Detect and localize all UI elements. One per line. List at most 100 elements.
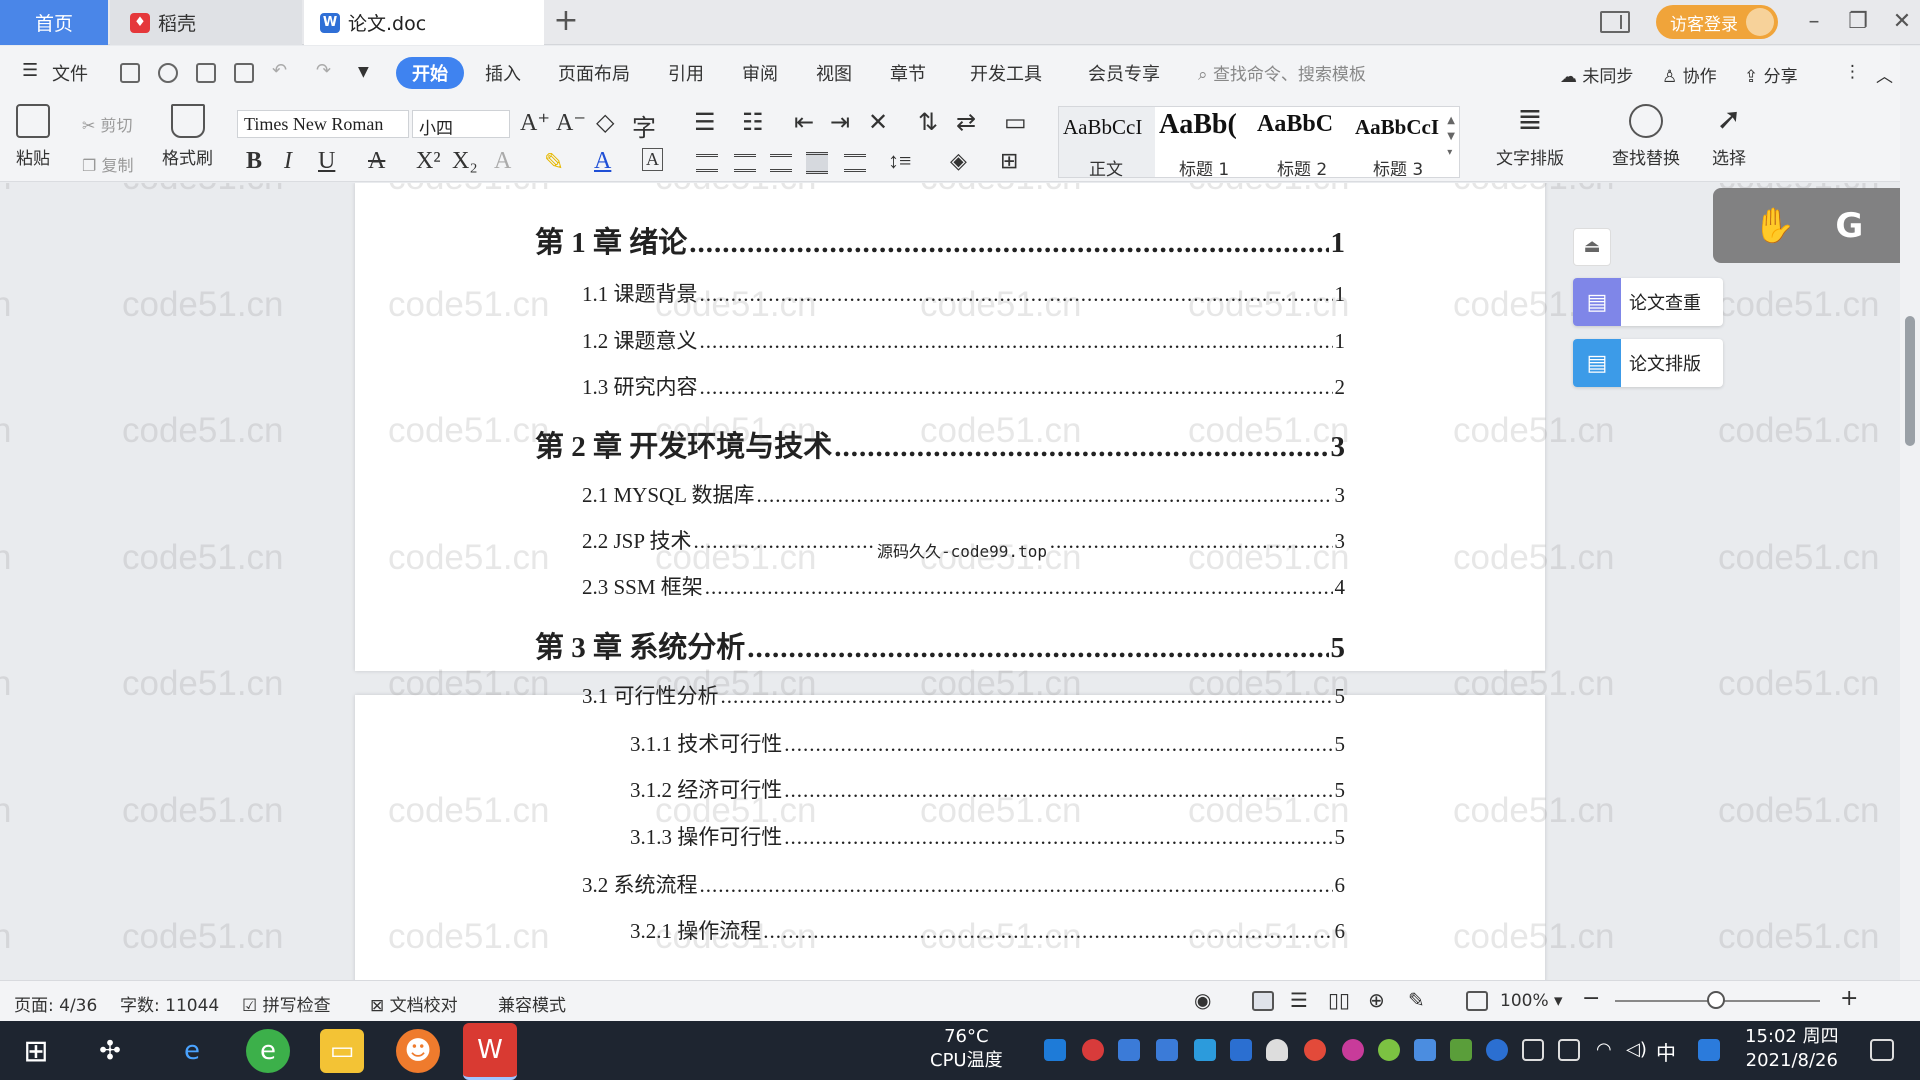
collapse-panel-icon[interactable]: ⏏ xyxy=(1573,228,1611,266)
hand-icon[interactable]: ✋ xyxy=(1753,206,1795,246)
minimize-icon[interactable]: – xyxy=(1796,6,1832,38)
shrink-font-icon[interactable]: A⁻ xyxy=(556,108,586,137)
tab-document[interactable]: W 论文.doc xyxy=(304,0,544,45)
toc-entry[interactable]: 第 1 章 绪论 1 xyxy=(535,219,1345,261)
reading-view-icon[interactable]: ▯▯ xyxy=(1328,988,1350,1012)
borders-icon[interactable]: ⊞ xyxy=(1000,148,1018,174)
tray-app-icon[interactable] xyxy=(1156,1039,1178,1061)
proofread-button[interactable]: ⊠ 文档校对 xyxy=(370,991,458,1016)
toc-entry[interactable]: 1.1 课题背景 1 xyxy=(582,278,1345,308)
close-icon[interactable]: ✕ xyxy=(1884,6,1920,38)
spell-check-button[interactable]: ☑ 拼写检查 xyxy=(242,991,331,1016)
italic-icon[interactable]: I xyxy=(284,148,292,175)
vertical-scrollbar[interactable] xyxy=(1900,46,1920,980)
find-replace-button[interactable]: 查找替换 xyxy=(1612,104,1680,169)
windows-start-icon[interactable]: ⊞ xyxy=(14,1029,58,1073)
toc-entry[interactable]: 3.1 可行性分析 5 xyxy=(582,680,1345,710)
tray-app-icon[interactable] xyxy=(1378,1039,1400,1061)
zoom-level[interactable]: 100% ▾ xyxy=(1500,991,1563,1011)
print-preview-icon[interactable] xyxy=(234,63,254,83)
tray-app-icon[interactable] xyxy=(1044,1039,1066,1061)
style-heading-1[interactable]: AaBb( 标题 1 xyxy=(1157,107,1255,180)
highlight-icon[interactable]: ✎ xyxy=(544,148,564,177)
style-normal[interactable]: AaBbCcI 正文 xyxy=(1059,107,1155,180)
select-button[interactable]: ➚ 选择 xyxy=(1712,104,1746,170)
menu-file[interactable]: 文件 xyxy=(52,60,88,86)
tray-app-icon[interactable] xyxy=(1414,1039,1436,1061)
tray-shield-icon[interactable] xyxy=(1230,1039,1252,1061)
ime-letter-g[interactable]: G xyxy=(1835,206,1863,246)
menu-insert[interactable]: 插入 xyxy=(485,60,521,86)
print-icon[interactable] xyxy=(196,63,216,83)
toc-entry[interactable]: 3.1.3 操作可行性 5 xyxy=(630,821,1345,851)
paper-format-button[interactable]: ▤ 论文排版 xyxy=(1573,339,1723,387)
strikethrough-icon[interactable]: A xyxy=(368,148,385,175)
copy-button[interactable]: ❐ 复制 xyxy=(82,152,133,176)
redo-icon[interactable]: ↷ xyxy=(316,60,331,81)
font-size-select[interactable]: 小四 xyxy=(412,110,510,139)
superscript-icon[interactable]: X² xyxy=(416,148,441,175)
zoom-in-icon[interactable]: + xyxy=(1840,986,1858,1011)
paste-button[interactable]: 粘贴 xyxy=(16,104,50,169)
font-name-select[interactable]: Times New Roman xyxy=(237,110,409,138)
usb-icon[interactable] xyxy=(1558,1039,1580,1061)
align-center-icon[interactable] xyxy=(734,154,756,172)
toc-entry[interactable]: 第 2 章 开发环境与技术 3 xyxy=(535,423,1345,465)
clock[interactable]: 15:02 周四 2021/8/26 xyxy=(1745,1025,1839,1073)
menu-member[interactable]: 会员专享 xyxy=(1088,60,1160,86)
tray-bell-icon[interactable] xyxy=(1266,1039,1288,1061)
save-icon[interactable] xyxy=(120,63,140,83)
paper-check-button[interactable]: ▤ 论文查重 xyxy=(1573,278,1723,326)
ie-browser-icon[interactable]: e xyxy=(170,1029,214,1073)
menu-chapter[interactable]: 章节 xyxy=(890,60,926,86)
align-left-icon[interactable] xyxy=(696,154,718,172)
toc-entry[interactable]: 3.2 系统流程 6 xyxy=(582,869,1345,899)
zoom-slider-handle[interactable] xyxy=(1707,991,1725,1009)
more-icon[interactable]: ⋮ xyxy=(1844,62,1861,82)
zoom-out-icon[interactable]: − xyxy=(1582,986,1600,1011)
file-explorer-icon[interactable]: ▭ xyxy=(320,1029,364,1073)
restore-icon[interactable]: ❐ xyxy=(1840,6,1876,38)
grow-font-icon[interactable]: A⁺ xyxy=(520,108,550,137)
page-indicator[interactable]: 页面: 4/36 xyxy=(14,991,97,1016)
menu-view[interactable]: 视图 xyxy=(816,60,852,86)
write-view-icon[interactable]: ✎ xyxy=(1408,988,1425,1012)
format-painter-button[interactable]: 格式刷 xyxy=(162,104,213,169)
tray-gpu-icon[interactable] xyxy=(1450,1039,1472,1061)
tray-app-icon[interactable] xyxy=(1082,1039,1104,1061)
menu-review[interactable]: 审阅 xyxy=(742,60,778,86)
tab-docer[interactable]: ♦ 稻壳 xyxy=(110,0,302,45)
text-direction-icon[interactable]: ⇄ xyxy=(956,108,976,137)
numbered-list-icon[interactable]: ☷ xyxy=(742,108,764,137)
bold-icon[interactable]: B xyxy=(246,148,262,175)
quick-access-dropdown-icon[interactable]: ▼ xyxy=(358,64,369,80)
tray-app-icon[interactable] xyxy=(1118,1039,1140,1061)
font-color-icon[interactable]: A xyxy=(594,148,611,175)
text-layout-button[interactable]: ≣ 文字排版 xyxy=(1496,104,1564,170)
style-heading-2[interactable]: AaBbC 标题 2 xyxy=(1255,107,1353,180)
menu-page-layout[interactable]: 页面布局 xyxy=(558,60,630,86)
tray-app-icon[interactable] xyxy=(1698,1039,1720,1061)
scrollbar-thumb[interactable] xyxy=(1905,316,1915,446)
browser-360-icon[interactable]: e xyxy=(246,1029,290,1073)
app-orange-icon[interactable]: ☻ xyxy=(396,1029,440,1073)
toc-entry[interactable]: 1.2 课题意义 1 xyxy=(582,325,1345,355)
toc-entry[interactable]: 3.1.1 技术可行性 5 xyxy=(630,728,1345,758)
char-border-icon[interactable]: A xyxy=(642,148,663,171)
menu-references[interactable]: 引用 xyxy=(668,60,704,86)
new-tab-plus-icon[interactable]: + xyxy=(550,6,582,38)
toc-entry[interactable]: 2.3 SSM 框架 4 xyxy=(582,571,1345,601)
ime-toolbar[interactable]: ✋ G F xyxy=(1713,188,1920,263)
guest-login-button[interactable]: 访客登录 xyxy=(1656,5,1778,39)
volume-icon[interactable]: ◁) xyxy=(1626,1039,1648,1061)
input-language[interactable]: 中 xyxy=(1656,1037,1676,1066)
phonetic-icon[interactable]: 字 xyxy=(632,108,656,143)
fit-page-icon[interactable] xyxy=(1466,991,1488,1011)
text-effect-icon[interactable]: A xyxy=(494,148,511,175)
style-heading-3[interactable]: AaBbCcI 标题 3 xyxy=(1353,107,1449,180)
shading-icon[interactable]: ◈ xyxy=(950,148,967,174)
collaborate-button[interactable]: ♙ 协作 xyxy=(1662,62,1717,87)
outline-view-icon[interactable]: ☰ xyxy=(1290,988,1308,1012)
collapse-ribbon-icon[interactable]: ︿ xyxy=(1876,62,1893,87)
word-count[interactable]: 字数: 11044 xyxy=(120,991,219,1016)
